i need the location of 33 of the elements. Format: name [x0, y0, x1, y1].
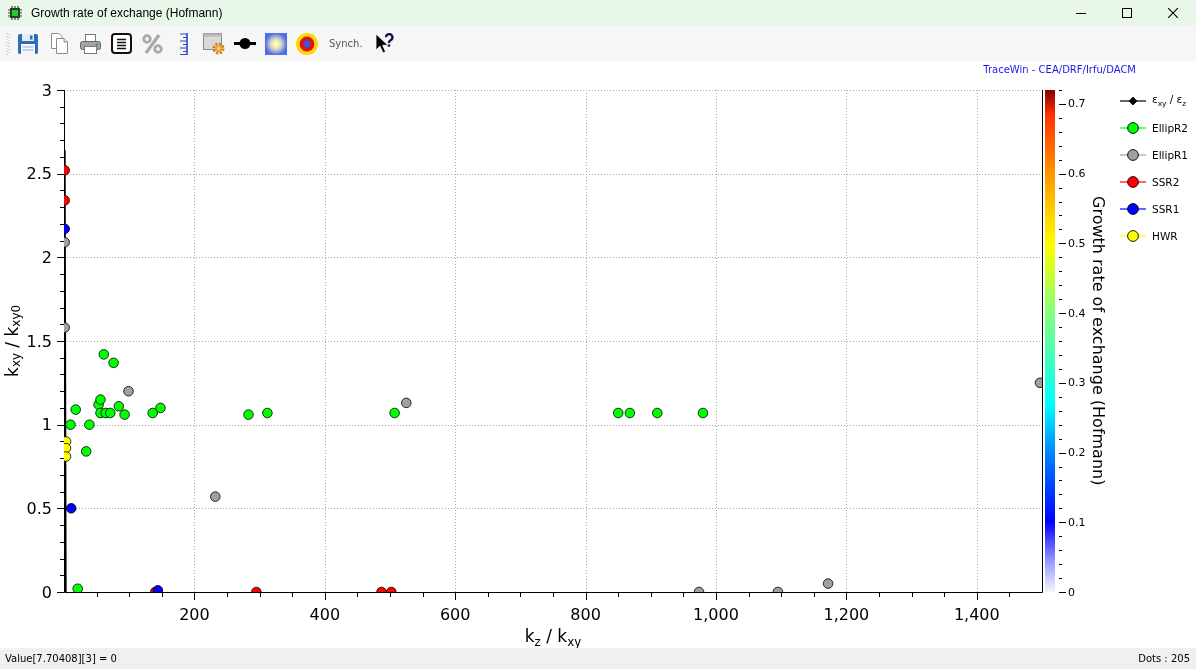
x-tick-label: 800 [570, 604, 601, 624]
credit-text: TraceWin - CEA/DRF/Irfu/DACM [983, 64, 1136, 75]
legend-label: EllipR1 [1152, 148, 1189, 161]
legend-label: SSR1 [1152, 202, 1180, 215]
color-scale-label: 0.4 [1068, 306, 1086, 320]
color-scale-label: 0.5 [1068, 236, 1086, 250]
y-tick-label: 0 [41, 582, 52, 602]
color-scale-title: Growth rate of exchange (Hofmann) [1088, 196, 1108, 486]
color-scale-label: 0 [1068, 585, 1075, 599]
y-tick-label: 1 [41, 415, 52, 435]
x-tick-label: 200 [179, 604, 210, 624]
y-tick-label: 0.5 [26, 498, 52, 518]
x-tick-label: 1,000 [693, 604, 739, 624]
x-tick-label: 1,200 [823, 604, 870, 624]
color-scale-label: 0.7 [1068, 97, 1086, 111]
y-tick-label: 2 [41, 247, 52, 267]
color-scale-label: 0.2 [1068, 446, 1086, 460]
color-scale-label: 0.6 [1068, 167, 1086, 181]
window-title: Growth rate of exchange (Hofmann) [31, 6, 224, 20]
y-tick-label: 1.5 [26, 331, 52, 351]
x-tick-label: 400 [309, 604, 341, 624]
x-tick-label: 1,400 [953, 604, 1000, 624]
legend-label: HWR [1152, 229, 1178, 242]
x-tick-label: 600 [439, 604, 471, 624]
color-scale-label: 0.1 [1068, 515, 1086, 529]
legend-label: SSR2 [1152, 175, 1180, 188]
legend-label: EllipR2 [1152, 121, 1189, 134]
color-scale-label: 0.3 [1068, 376, 1086, 390]
value-readout: Value[7.70408][3] = 0 [5, 653, 117, 664]
legend-label: ε$_{xy}$ / ε$_{z}$ [1152, 92, 1187, 109]
dots-count: Dots : 205 [1138, 653, 1190, 664]
y-tick-label: 3 [41, 80, 52, 100]
y-tick-label: 2.5 [26, 164, 52, 184]
